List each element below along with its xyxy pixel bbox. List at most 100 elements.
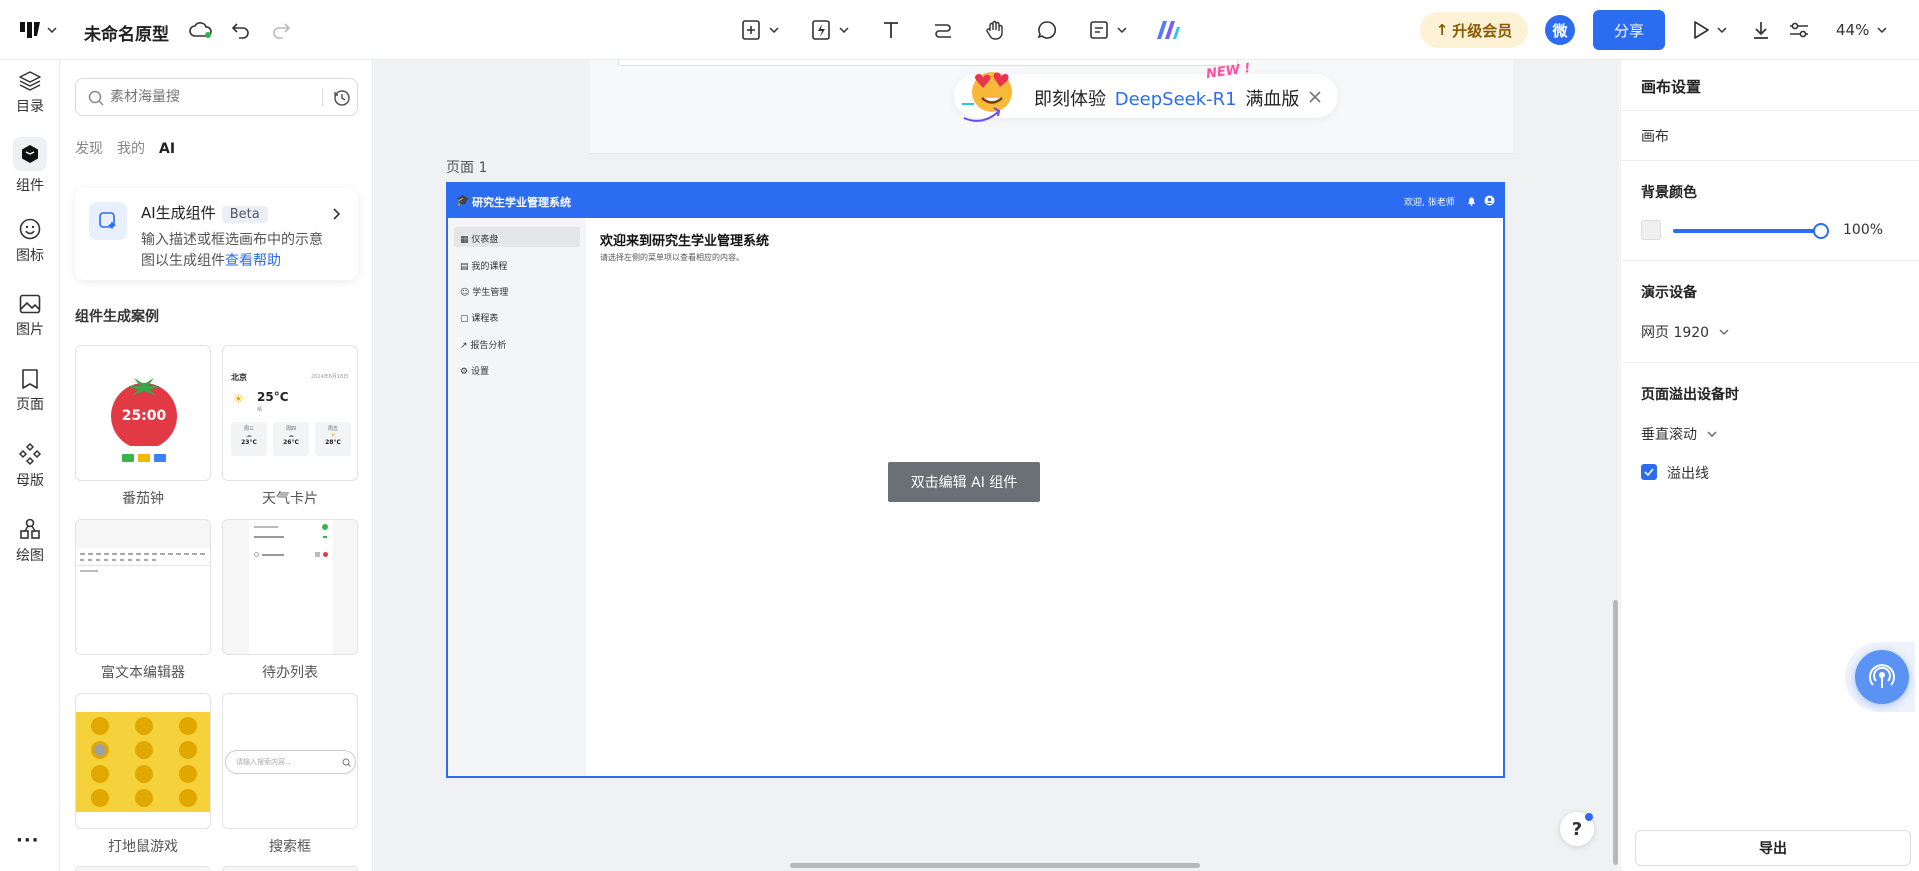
page-frame[interactable]: 🎓 研究生学业管理系统 欢迎, 张老师 ▦ 仪表盘 ▤ 我的课程 ☺ 学生管理 …	[446, 182, 1505, 778]
undo-icon[interactable]	[228, 18, 254, 42]
nav-item-label: 绘图	[16, 548, 44, 564]
avatar[interactable]: 微	[1545, 15, 1575, 45]
page-label[interactable]: 页面 1	[446, 157, 487, 177]
opacity-value[interactable]: 100%	[1843, 222, 1883, 238]
ai-assistant-button[interactable]	[1855, 650, 1909, 704]
example-search-box[interactable]: 请输入搜索内容...	[222, 693, 358, 829]
more-menu-icon[interactable]: ···	[16, 830, 40, 851]
todo-panel	[249, 520, 333, 654]
search-input[interactable]	[110, 87, 310, 107]
upgrade-button[interactable]: ↑ 升级会员	[1420, 12, 1528, 48]
nav-item-catalog[interactable]: 目录	[0, 60, 60, 126]
chevron-down-icon[interactable]	[1876, 24, 1888, 36]
design-canvas[interactable]: 即刻体验 DeepSeek-R1 满血版 NEW ! 页面 1 🎓 研究生学业管…	[374, 60, 1619, 871]
example-label: 搜索框	[269, 839, 311, 855]
help-link[interactable]: 查看帮助	[225, 253, 281, 269]
chevron-down-icon	[1719, 329, 1729, 335]
tab-ai[interactable]: AI	[159, 141, 175, 157]
ai-card-desc-line: 输入描述或框选画布中的示意	[141, 232, 323, 248]
share-button[interactable]: 分享	[1593, 10, 1665, 50]
download-icon[interactable]	[1748, 17, 1774, 43]
play-icon[interactable]	[1688, 17, 1714, 43]
add-page-icon[interactable]	[738, 17, 764, 43]
sun-icon: ☀	[233, 392, 244, 406]
cloud-icon: ☁	[246, 432, 252, 439]
ai-generate-card[interactable]: AI生成组件 Beta 输入描述或框选画布中的示意 图以生成组件查看帮助	[75, 188, 358, 280]
tab-discover[interactable]: 发现	[75, 141, 103, 157]
export-button[interactable]: 导出	[1635, 830, 1911, 866]
nav-item-label: 组件	[16, 178, 44, 194]
chevron-down-icon[interactable]	[768, 24, 780, 36]
overflow-title: 页面溢出设备时	[1641, 387, 1739, 403]
frame-app-title: 研究生学业管理系统	[472, 196, 571, 209]
graduation-cap-icon: 🎓	[456, 194, 470, 207]
divider	[322, 88, 323, 106]
sun-icon: ☀	[330, 432, 336, 439]
chevron-down-icon[interactable]	[1116, 24, 1128, 36]
ai-component-icon	[89, 202, 127, 240]
opacity-slider-thumb[interactable]	[1813, 223, 1829, 239]
chart-icon: ↗	[460, 341, 468, 351]
zoom-level[interactable]: 44%	[1836, 21, 1869, 39]
nav-item-masters[interactable]: 母版	[0, 433, 60, 499]
overflow-line-checkbox[interactable]	[1641, 464, 1657, 480]
smiley-icon	[19, 218, 41, 240]
example-whack-a-mole[interactable]	[75, 693, 211, 829]
check-icon	[1644, 468, 1654, 476]
example-rich-text-editor[interactable]	[75, 519, 211, 655]
bg-color-swatch[interactable]	[1641, 220, 1661, 240]
app-logo-icon[interactable]	[16, 18, 46, 42]
weather-cond: 晴	[257, 407, 263, 413]
cloud-sync-icon[interactable]	[188, 18, 214, 42]
doc-title[interactable]: 未命名原型	[84, 20, 169, 45]
heart-eyes-emoji-icon	[962, 66, 1018, 122]
top-toolbar: 未命名原型 ↑ 升级会员 微 分享 44%	[0, 0, 1919, 60]
example-weather-card[interactable]: 北京 2024年6月18日 ☀ 25°C 晴 周三 ☁ 23°C 周四 ☁ 26…	[222, 345, 358, 481]
connector-icon[interactable]	[930, 17, 956, 43]
chevron-down-icon[interactable]	[1716, 24, 1728, 36]
nav-item-images[interactable]: 图片	[0, 283, 60, 349]
overflow-select[interactable]: 垂直滚动	[1641, 424, 1717, 444]
device-select[interactable]: 网页 1920	[1641, 322, 1729, 342]
property-panel: 画布设置 画布 背景颜色 100% 演示设备 网页 1920 页面溢出设备时 垂…	[1620, 60, 1919, 871]
history-icon[interactable]	[333, 89, 351, 107]
overflow-line-label: 溢出线	[1667, 466, 1709, 482]
nav-item-drawing[interactable]: 绘图	[0, 508, 60, 574]
hand-tool-icon[interactable]	[982, 17, 1008, 43]
nav-item-components[interactable]: 组件	[0, 133, 60, 199]
example-todo-list[interactable]	[222, 519, 358, 655]
redo-icon[interactable]	[268, 18, 294, 42]
nav-item-icons[interactable]: 图标	[0, 208, 60, 274]
search-box-placeholder: 请输入搜索内容...	[236, 758, 292, 766]
search-icon	[88, 90, 104, 106]
canvas-settings-title: 画布设置	[1641, 78, 1702, 96]
vertical-scrollbar[interactable]	[1613, 600, 1618, 865]
search-icon	[342, 758, 351, 767]
ai-tool-icon[interactable]	[1154, 16, 1182, 44]
note-icon[interactable]	[1086, 17, 1112, 43]
interaction-icon[interactable]	[808, 17, 834, 43]
example-card-partial[interactable]	[75, 866, 211, 871]
promo-brand: DeepSeek-R1	[1114, 89, 1237, 110]
mole-grid	[76, 712, 210, 812]
chevron-down-icon[interactable]	[838, 24, 850, 36]
nav-item-label: 页面	[16, 397, 44, 413]
example-card-partial[interactable]	[222, 866, 358, 871]
horizontal-scrollbar[interactable]	[790, 863, 1200, 868]
chevron-down-icon[interactable]	[46, 24, 58, 36]
opacity-slider[interactable]	[1673, 223, 1829, 239]
text-tool-icon[interactable]	[878, 17, 904, 43]
edit-ai-component-hint[interactable]: 双击编辑 AI 组件	[888, 462, 1040, 502]
frame-header: 🎓 研究生学业管理系统 欢迎, 张老师	[448, 184, 1503, 218]
nav-item-pages[interactable]: 页面	[0, 358, 60, 424]
frame-menu-label: 报告分析	[470, 341, 507, 351]
settings-sliders-icon[interactable]	[1786, 17, 1812, 43]
deepseek-promo[interactable]: 即刻体验 DeepSeek-R1 满血版 NEW !	[954, 61, 1338, 122]
forecast-day-name: 周三	[243, 426, 254, 432]
frame-menu-item: ▤ 我的课程	[460, 259, 507, 272]
tab-mine[interactable]: 我的	[117, 141, 145, 157]
example-tomato-clock[interactable]: 25:00	[75, 345, 211, 481]
comment-icon[interactable]	[1034, 17, 1060, 43]
chevron-right-icon[interactable]	[333, 208, 341, 220]
close-icon[interactable]	[1308, 90, 1322, 104]
